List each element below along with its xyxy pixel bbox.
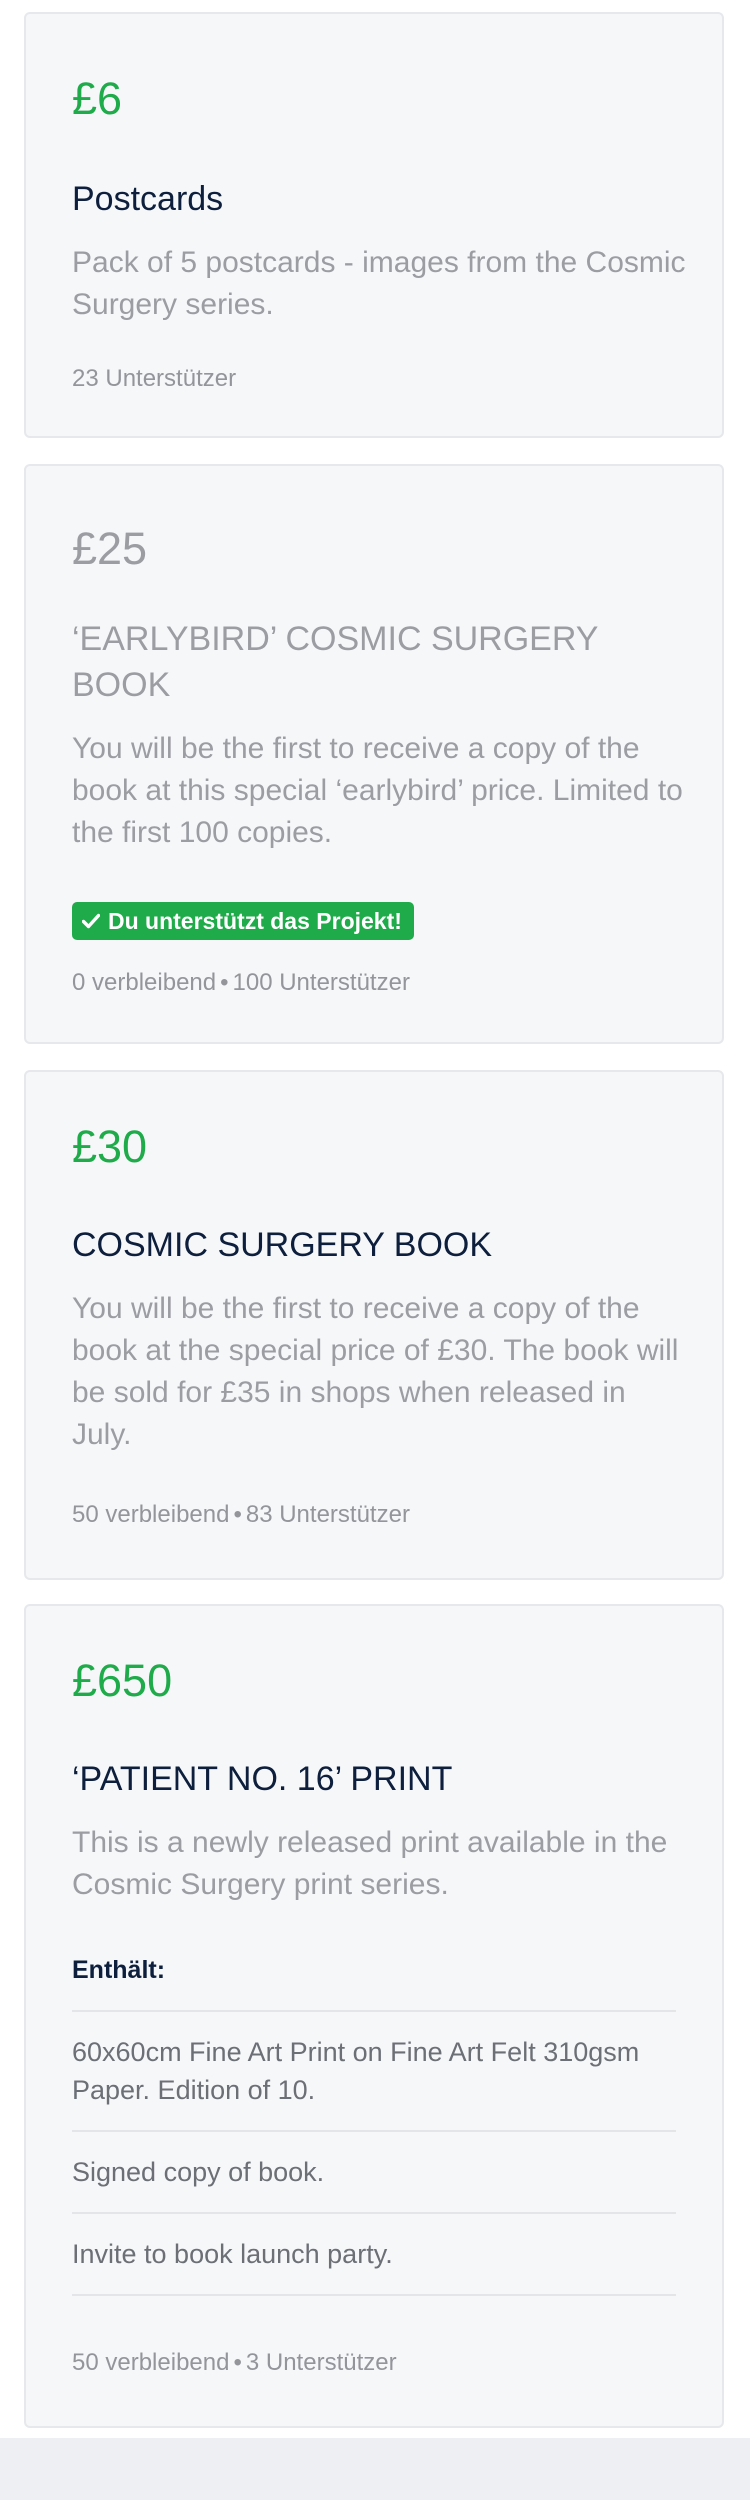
reward-title: Postcards — [72, 180, 224, 218]
reward-card-earlybird-book[interactable]: £25 ‘EARLYBIRD’ COSMIC SURGERY BOOK You … — [24, 464, 724, 1044]
reward-title: COSMIC SURGERY BOOK — [72, 1226, 493, 1264]
backing-status-badge: Du unterstützt das Projekt! — [72, 902, 414, 940]
reward-card-postcards[interactable]: £6 Postcards Pack of 5 postcards - image… — [24, 12, 724, 438]
page: £6 Postcards Pack of 5 postcards - image… — [0, 0, 750, 2500]
reward-stats: 23 Unterstützer — [72, 364, 236, 394]
reward-description: Pack of 5 postcards - images from the Co… — [72, 246, 686, 321]
remaining-count: 0 verbleibend — [72, 969, 217, 996]
checkmark-icon — [82, 913, 100, 929]
includes-label: Enthält: — [72, 1956, 166, 1984]
remaining-count: 50 verbleibend — [72, 1501, 230, 1528]
reward-price: £6 — [72, 73, 123, 124]
remaining-count: 50 verbleibend — [72, 2349, 230, 2376]
stats-separator: • — [233, 1501, 242, 1528]
backers-count: 23 Unterstützer — [72, 365, 237, 392]
list-item: Signed copy of book. — [72, 2132, 676, 2214]
badge-label: Du unterstützt das Projekt! — [108, 908, 402, 934]
reward-card-cosmic-surgery-book[interactable]: £30 COSMIC SURGERY BOOK You will be the … — [24, 1070, 724, 1580]
reward-stats: 0 verbleibend • 100 Unterstützer — [72, 968, 410, 998]
reward-card-patient-print[interactable]: £650 ‘PATIENT NO. 16’ PRINT This is a ne… — [24, 1604, 724, 2428]
reward-list: £6 Postcards Pack of 5 postcards - image… — [0, 0, 750, 2438]
backers-count: 100 Unterstützer — [232, 969, 410, 996]
includes-list: 60x60cm Fine Art Print on Fine Art Felt … — [72, 2010, 676, 2296]
reward-price: £650 — [72, 1655, 173, 1706]
reward-description: This is a newly released print available… — [72, 1826, 668, 1901]
backers-count: 83 Unterstützer — [245, 1501, 410, 1528]
reward-price: £30 — [72, 1121, 148, 1172]
reward-description: You will be the first to receive a copy … — [72, 732, 683, 849]
reward-title: ‘EARLYBIRD’ COSMIC SURGERY BOOK — [72, 620, 598, 704]
reward-title: ‘PATIENT NO. 16’ PRINT — [72, 1760, 453, 1798]
list-item: Invite to book launch party. — [72, 2214, 676, 2296]
stats-separator: • — [233, 2349, 242, 2376]
reward-stats: 50 verbleibend • 3 Unterstützer — [72, 2348, 397, 2378]
reward-stats: 50 verbleibend • 83 Unterstützer — [72, 1500, 410, 1530]
backers-count: 3 Unterstützer — [245, 2349, 397, 2376]
reward-price: £25 — [72, 523, 148, 574]
stats-separator: • — [220, 969, 229, 996]
reward-description: You will be the first to receive a copy … — [72, 1292, 679, 1451]
list-item: 60x60cm Fine Art Print on Fine Art Felt … — [72, 2012, 676, 2132]
